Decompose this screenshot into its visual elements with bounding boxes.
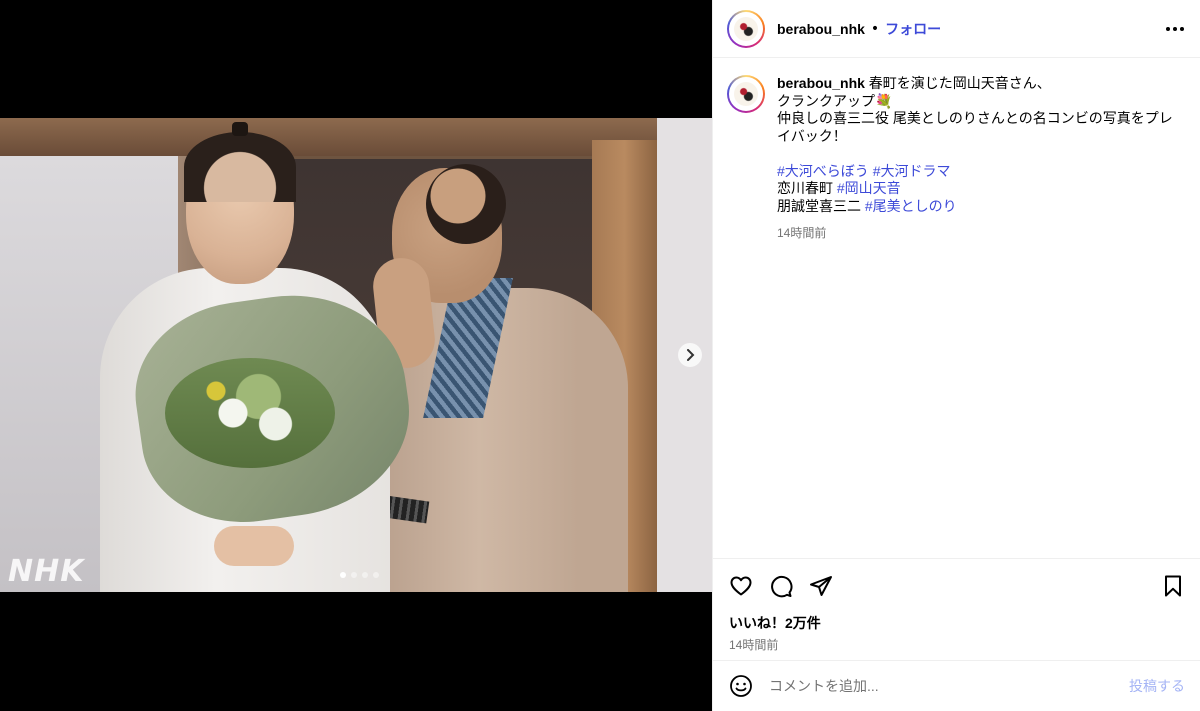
post-media[interactable]: NHK [0,0,712,711]
post-photo: NHK [0,118,712,592]
comment-input[interactable] [769,678,1099,694]
smiley-icon[interactable] [729,674,753,698]
post-actions: いいね！2万件 14時間前 [713,558,1200,658]
carousel-indicator [340,572,379,578]
hashtag-link[interactable]: #岡山天音 [837,180,901,196]
post-header: berabou_nhk • フォロー [713,0,1200,58]
chevron-right-icon [687,349,695,361]
like-count[interactable]: いいね！2万件 [729,613,1185,633]
post-timestamp: 14時間前 [729,638,779,652]
follow-button[interactable]: フォロー [885,19,941,39]
carousel-dot [340,572,346,578]
heart-icon[interactable] [729,574,753,598]
caption-line: 春町を演じた岡山天音さん、 [864,75,1051,91]
profile-logo-icon [734,82,758,106]
comment-bar: 投稿する [713,660,1200,711]
carousel-next-button[interactable] [678,343,702,367]
caption-line: 朋誠堂喜三二 [777,197,865,214]
caption-username[interactable]: berabou_nhk [777,75,865,91]
share-icon[interactable] [809,574,833,598]
nhk-watermark: NHK [8,554,85,589]
carousel-dot [362,572,368,578]
caption-timestamp: 14時間前 [777,226,827,240]
more-horizontal-icon [1166,26,1170,31]
bookmark-icon[interactable] [1161,574,1185,598]
hashtag-link[interactable]: #大河ドラマ [873,163,951,179]
caption: berabou_nhk 春町を演じた岡山天音さん、 クランクアップ💐 仲良しの喜… [727,75,1186,243]
hashtag-link[interactable]: #大河べらぼう [777,163,869,179]
post-comment-button[interactable]: 投稿する [1129,676,1185,696]
username-link[interactable]: berabou_nhk [777,21,865,37]
hashtag-link[interactable]: #尾美としのり [865,198,957,214]
caption-line: 仲良しの喜三二役 尾美としのりさんとの名コンビの写真をプレイバック！ [777,110,1173,144]
caption-line: クランクアップ💐 [777,92,893,109]
profile-logo-icon [734,16,758,41]
avatar[interactable] [727,9,765,48]
comment-icon[interactable] [769,574,793,598]
more-options-button[interactable] [1164,19,1186,39]
separator: • [870,20,880,37]
caption-text: berabou_nhk 春町を演じた岡山天音さん、 クランクアップ💐 仲良しの喜… [777,75,1186,243]
caption-avatar[interactable] [727,75,765,113]
post-sidebar: berabou_nhk • フォロー berabou_nhk 春町を演じた岡山天… [712,0,1200,711]
carousel-dot [373,572,379,578]
carousel-dot [351,572,357,578]
caption-line: 恋川春町 [777,180,837,196]
